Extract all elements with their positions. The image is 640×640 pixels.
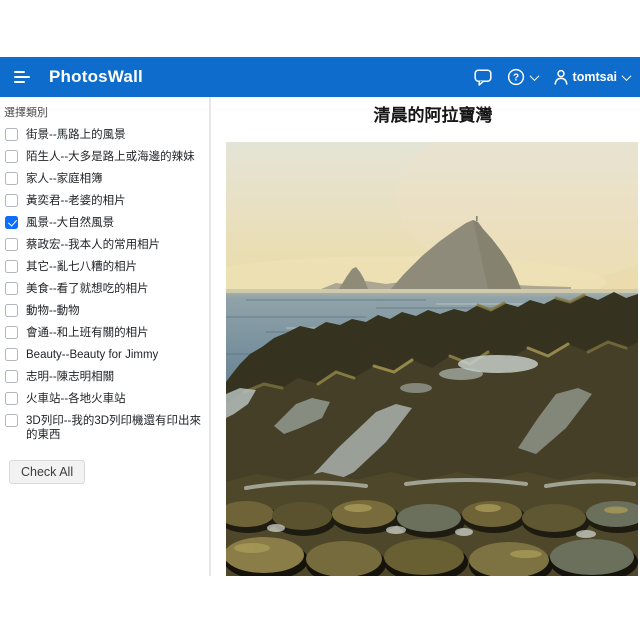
category-label[interactable]: 動物--動物	[26, 304, 80, 318]
photo-title: 清晨的阿拉寶灣	[226, 105, 640, 127]
category-checkbox[interactable]	[5, 392, 18, 405]
category-item[interactable]: 黃奕君--老婆的相片	[5, 194, 209, 208]
category-item[interactable]: 街景--馬路上的風景	[5, 128, 209, 142]
person-icon	[553, 69, 569, 85]
help-menu-button[interactable]: ?	[507, 68, 538, 86]
category-checkbox[interactable]	[5, 150, 18, 163]
hamburger-icon[interactable]	[12, 67, 32, 87]
chevron-down-icon	[529, 71, 539, 81]
category-item[interactable]: 家人--家庭相簿	[5, 172, 209, 186]
category-label[interactable]: 會通--和上班有關的相片	[26, 326, 149, 340]
category-label[interactable]: 火車站--各地火車站	[26, 392, 126, 406]
category-label[interactable]: 陌生人--大多是路上或海邊的辣妹	[26, 150, 195, 164]
photo[interactable]	[226, 142, 638, 576]
category-label[interactable]: 志明--陳志明相關	[26, 370, 114, 384]
category-item[interactable]: 志明--陳志明相關	[5, 370, 209, 384]
category-checkbox[interactable]	[5, 216, 18, 229]
top-whitespace	[0, 0, 640, 57]
category-item[interactable]: 其它--亂七八糟的相片	[5, 260, 209, 274]
category-sidebar: 選擇類別 街景--馬路上的風景 陌生人--大多是路上或海邊的辣妹 家人--家庭相…	[0, 97, 211, 576]
user-menu-button[interactable]: tomtsai	[553, 69, 630, 85]
category-checkbox[interactable]	[5, 348, 18, 361]
page-content: 選擇類別 街景--馬路上的風景 陌生人--大多是路上或海邊的辣妹 家人--家庭相…	[0, 97, 640, 576]
category-label[interactable]: 家人--家庭相簿	[26, 172, 103, 186]
category-list: 街景--馬路上的風景 陌生人--大多是路上或海邊的辣妹 家人--家庭相簿 黃奕君…	[3, 128, 209, 442]
category-label[interactable]: Beauty--Beauty for Jimmy	[26, 348, 158, 362]
category-checkbox[interactable]	[5, 282, 18, 295]
help-glyph: ?	[512, 73, 518, 84]
category-item[interactable]: 動物--動物	[5, 304, 209, 318]
main-panel: 清晨的阿拉寶灣	[211, 97, 640, 576]
coastal-photo-graphic	[226, 142, 638, 576]
category-label[interactable]: 街景--馬路上的風景	[26, 128, 126, 142]
foreground-boulders	[226, 472, 638, 576]
rocky-shore	[226, 292, 638, 576]
category-item[interactable]: Beauty--Beauty for Jimmy	[5, 348, 209, 362]
category-label[interactable]: 其它--亂七八糟的相片	[26, 260, 137, 274]
category-checkbox[interactable]	[5, 414, 18, 427]
category-label[interactable]: 黃奕君--老婆的相片	[26, 194, 126, 208]
category-label[interactable]: 3D列印--我的3D列印機還有印出來的東西	[26, 414, 204, 442]
category-label[interactable]: 風景--大自然風景	[26, 216, 114, 230]
category-label[interactable]: 美食--看了就想吃的相片	[26, 282, 149, 296]
category-checkbox[interactable]	[5, 370, 18, 383]
category-item[interactable]: 風景--大自然風景	[5, 216, 209, 230]
app-title: PhotosWall	[49, 67, 143, 87]
category-checkbox[interactable]	[5, 304, 18, 317]
category-item[interactable]: 蔡政宏--我本人的常用相片	[5, 238, 209, 252]
category-item[interactable]: 會通--和上班有關的相片	[5, 326, 209, 340]
help-circle-icon: ?	[507, 68, 525, 86]
category-checkbox[interactable]	[5, 194, 18, 207]
category-checkbox[interactable]	[5, 326, 18, 339]
category-item[interactable]: 火車站--各地火車站	[5, 392, 209, 406]
category-checkbox[interactable]	[5, 128, 18, 141]
category-item[interactable]: 美食--看了就想吃的相片	[5, 282, 209, 296]
category-label[interactable]: 蔡政宏--我本人的常用相片	[26, 238, 160, 252]
category-item[interactable]: 3D列印--我的3D列印機還有印出來的東西	[5, 414, 209, 442]
chat-bubble-icon	[474, 69, 492, 86]
chat-button[interactable]	[474, 69, 492, 86]
chevron-down-icon	[622, 71, 632, 81]
category-item[interactable]: 陌生人--大多是路上或海邊的辣妹	[5, 150, 209, 164]
check-all-button[interactable]: Check All	[9, 460, 85, 484]
category-checkbox[interactable]	[5, 172, 18, 185]
header-actions: ? tomtsai	[474, 68, 630, 86]
sidebar-heading: 選擇類別	[4, 104, 209, 120]
category-checkbox[interactable]	[5, 260, 18, 273]
username: tomtsai	[573, 70, 617, 84]
app-header: PhotosWall ? tomtsai	[0, 57, 640, 97]
category-checkbox[interactable]	[5, 238, 18, 251]
